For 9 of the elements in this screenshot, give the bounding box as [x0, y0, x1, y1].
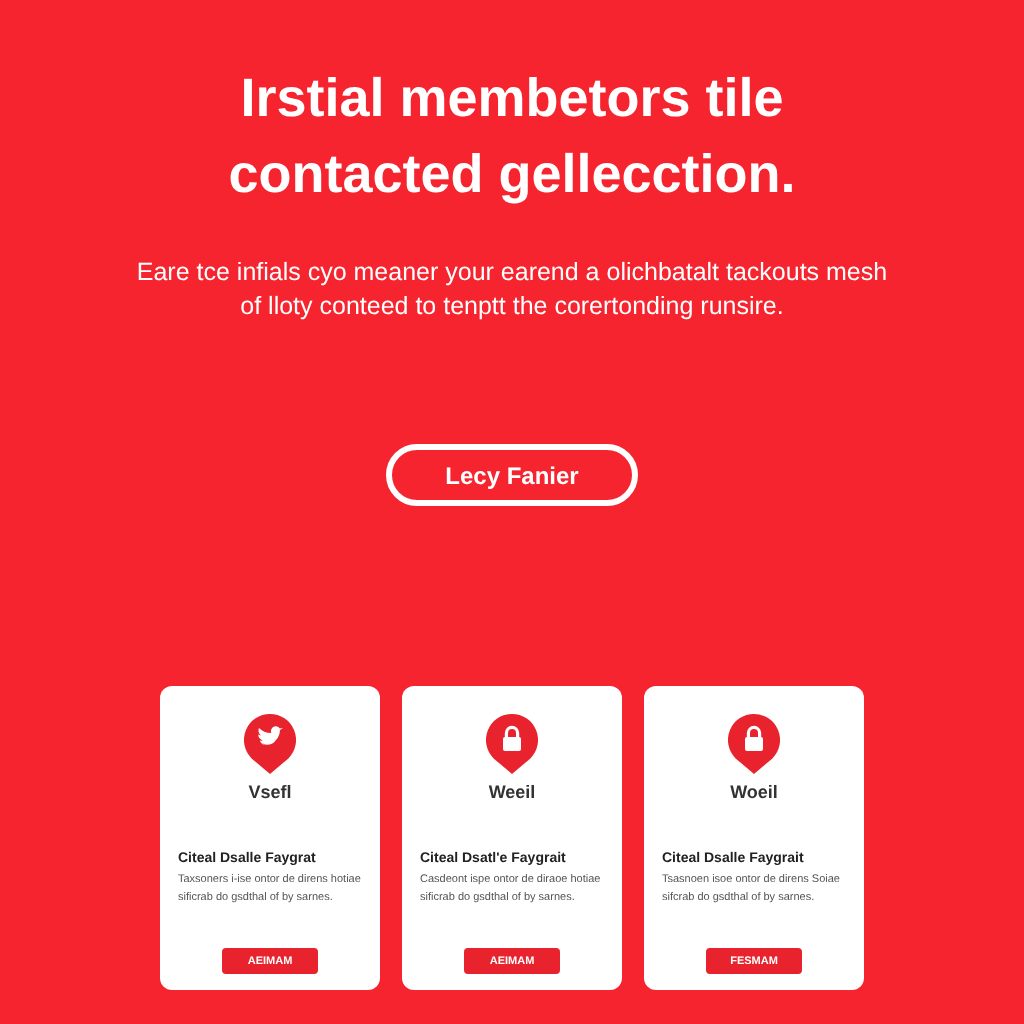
card-label: Weeil: [488, 782, 536, 802]
bird-badge-icon: [244, 714, 296, 774]
hero-subtitle: Eare tce infials cyo meaner your earend a olichbatalt tackouts mesh of lloty conteed to tenptt the corertonding runsire.: [134, 256, 890, 324]
card-label: Woeil: [730, 782, 778, 802]
lock-badge-icon: [486, 714, 538, 774]
cta-button[interactable]: Lecy Fanier: [386, 444, 638, 506]
card-label: Vsefl: [248, 782, 292, 802]
lock-badge-icon: [728, 714, 780, 774]
hero-title: Irstial membetors tile contacted gellecction.: [226, 66, 798, 208]
